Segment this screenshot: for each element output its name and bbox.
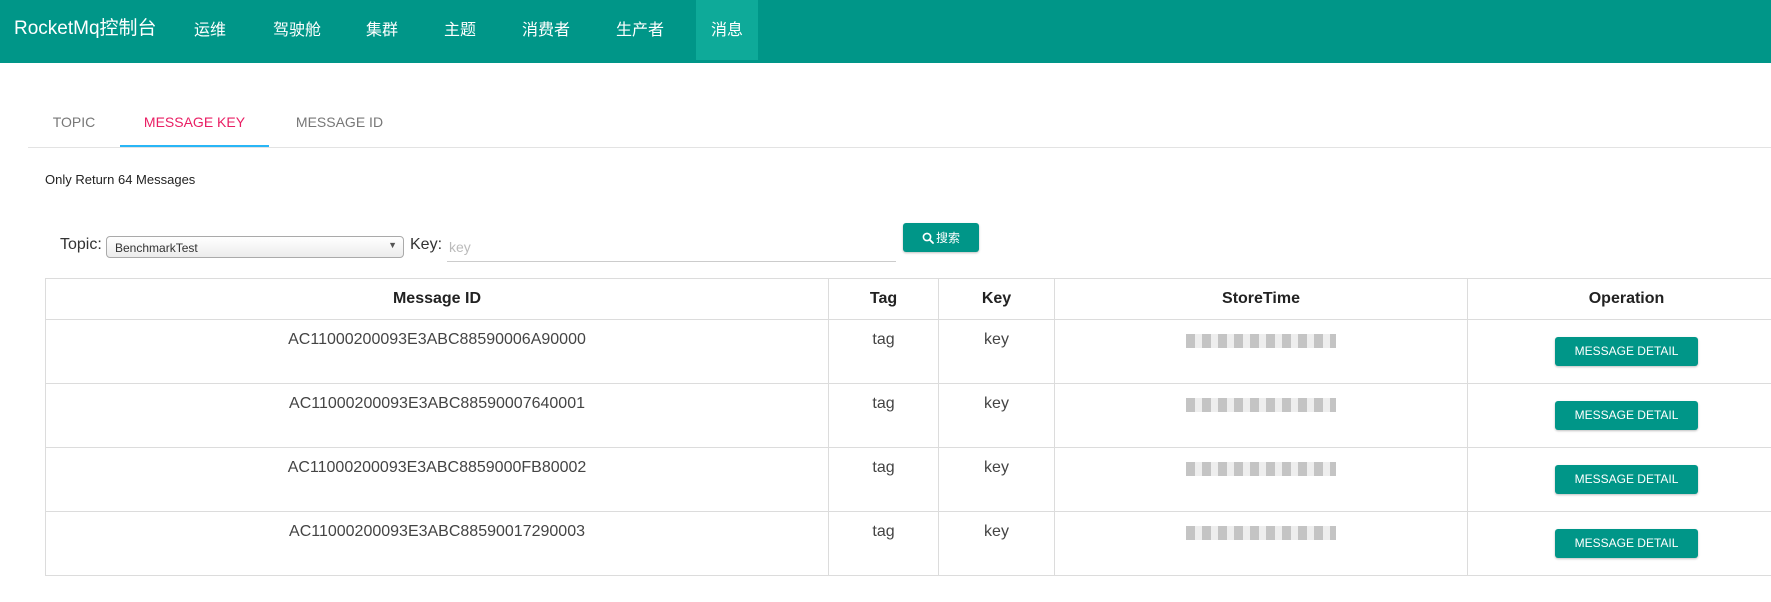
- tag-cell: tag: [828, 383, 939, 448]
- operation-cell: MESSAGE DETAIL: [1467, 447, 1771, 512]
- table-header-row: Message ID Tag Key StoreTime Operation: [45, 278, 1771, 320]
- nav-item-ops[interactable]: 运维: [178, 0, 242, 60]
- header-key: Key: [938, 278, 1055, 320]
- header-message-id: Message ID: [45, 278, 829, 320]
- tag-cell: tag: [828, 447, 939, 512]
- key-cell: key: [938, 319, 1055, 384]
- nav-item-message[interactable]: 消息: [696, 0, 758, 60]
- key-cell: key: [938, 383, 1055, 448]
- tag-cell: tag: [828, 319, 939, 384]
- store-time-cell: [1054, 319, 1468, 384]
- topic-label: Topic:: [60, 236, 102, 253]
- nav-item-topic[interactable]: 主题: [430, 0, 490, 60]
- tag-cell: tag: [828, 511, 939, 576]
- message-id-cell: AC11000200093E3ABC88590007640001: [45, 383, 829, 448]
- result-limit-notice: Only Return 64 Messages: [45, 172, 196, 187]
- message-id-cell: AC11000200093E3ABC88590006A90000: [45, 319, 829, 384]
- tab-message-key[interactable]: MESSAGE KEY: [120, 99, 269, 147]
- nav-item-cockpit[interactable]: 驾驶舱: [262, 0, 332, 60]
- operation-cell: MESSAGE DETAIL: [1467, 511, 1771, 576]
- store-time-cell: [1054, 447, 1468, 512]
- nav-item-cluster[interactable]: 集群: [352, 0, 412, 60]
- search-mode-tabs: TOPIC MESSAGE KEY MESSAGE ID: [28, 99, 1771, 148]
- message-detail-button[interactable]: MESSAGE DETAIL: [1555, 528, 1698, 558]
- dropdown-arrow-icon: ▼: [388, 240, 397, 250]
- redacted-store-time: [1186, 526, 1336, 540]
- topic-select-value: BenchmarkTest: [115, 241, 198, 255]
- operation-cell: MESSAGE DETAIL: [1467, 383, 1771, 448]
- table-row: AC11000200093E3ABC8859000FB80002 tag key…: [45, 447, 1771, 512]
- message-detail-button[interactable]: MESSAGE DETAIL: [1555, 464, 1698, 494]
- tab-topic[interactable]: TOPIC: [28, 99, 120, 146]
- nav-item-producer[interactable]: 生产者: [602, 0, 678, 60]
- redacted-store-time: [1186, 462, 1336, 476]
- search-icon: [922, 232, 934, 244]
- message-detail-button[interactable]: MESSAGE DETAIL: [1555, 336, 1698, 366]
- key-cell: key: [938, 511, 1055, 576]
- brand-title[interactable]: RocketMq控制台: [14, 0, 157, 60]
- key-label: Key:: [410, 236, 443, 253]
- header-store-time: StoreTime: [1054, 278, 1468, 320]
- key-input[interactable]: [447, 232, 896, 262]
- message-id-cell: AC11000200093E3ABC8859000FB80002: [45, 447, 829, 512]
- search-button[interactable]: 搜索: [903, 223, 979, 252]
- top-navbar: RocketMq控制台 运维 驾驶舱 集群 主题 消费者 生产者 消息: [0, 0, 1771, 63]
- header-operation: Operation: [1467, 278, 1771, 320]
- search-button-label: 搜索: [935, 231, 960, 245]
- message-table: Message ID Tag Key StoreTime Operation A…: [45, 278, 1771, 576]
- nav-item-consumer[interactable]: 消费者: [508, 0, 584, 60]
- store-time-cell: [1054, 383, 1468, 448]
- redacted-store-time: [1186, 334, 1336, 348]
- table-row: AC11000200093E3ABC88590017290003 tag key…: [45, 511, 1771, 576]
- store-time-cell: [1054, 511, 1468, 576]
- tab-message-id[interactable]: MESSAGE ID: [269, 99, 410, 146]
- key-cell: key: [938, 447, 1055, 512]
- topic-select[interactable]: BenchmarkTest ▼: [106, 236, 404, 258]
- operation-cell: MESSAGE DETAIL: [1467, 319, 1771, 384]
- table-row: AC11000200093E3ABC88590007640001 tag key…: [45, 383, 1771, 448]
- table-row: AC11000200093E3ABC88590006A90000 tag key…: [45, 319, 1771, 384]
- message-detail-button[interactable]: MESSAGE DETAIL: [1555, 400, 1698, 430]
- message-id-cell: AC11000200093E3ABC88590017290003: [45, 511, 829, 576]
- redacted-store-time: [1186, 398, 1336, 412]
- header-tag: Tag: [828, 278, 939, 320]
